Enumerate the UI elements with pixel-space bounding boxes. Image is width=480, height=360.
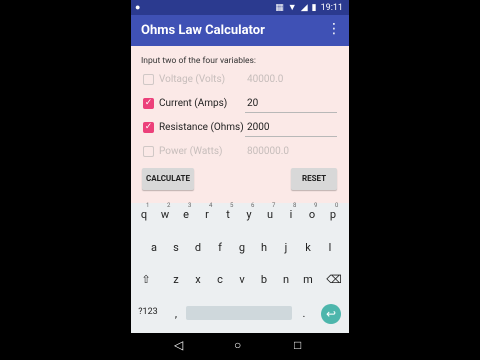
key-i[interactable]: i8	[281, 202, 301, 221]
key-w[interactable]: w2	[155, 202, 175, 221]
key-u[interactable]: u7	[260, 202, 280, 221]
voltage-label: Voltage (Volts)	[159, 74, 226, 85]
navigation-bar: ◁ ○ □	[131, 333, 349, 360]
instruction-text: Input two of the four variables:	[141, 56, 256, 66]
recents-icon[interactable]: □	[294, 338, 301, 352]
notification-icon: ●	[135, 3, 141, 13]
status-bar: ● ▦ ▼ ◢ ▮ 19:11	[131, 0, 349, 15]
key-j[interactable]: j	[276, 241, 296, 254]
key-period[interactable]: .	[294, 307, 314, 320]
row-voltage: Voltage (Volts) 40000.0	[141, 70, 341, 90]
power-checkbox[interactable]	[143, 146, 154, 157]
current-field[interactable]: 20	[247, 98, 258, 109]
key-comma[interactable]: ,	[166, 307, 186, 320]
current-checkbox[interactable]: ✓	[143, 98, 154, 109]
key-g[interactable]: g	[232, 241, 252, 254]
reset-button[interactable]: RESET	[291, 168, 337, 190]
power-label: Power (Watts)	[159, 146, 223, 157]
key-n[interactable]: n	[276, 273, 296, 286]
key-c[interactable]: c	[210, 273, 230, 286]
wifi-icon: ▼	[287, 3, 297, 13]
key-o[interactable]: o9	[302, 202, 322, 221]
key-k[interactable]: k	[298, 241, 318, 254]
voltage-field[interactable]: 40000.0	[247, 74, 283, 85]
key-d[interactable]: d	[188, 241, 208, 254]
battery-icon: ▮	[311, 2, 317, 13]
vibrate-icon: ▦	[275, 2, 284, 13]
status-time: 19:11	[320, 2, 343, 13]
resistance-field-underline	[245, 136, 337, 137]
current-label: Current (Amps)	[159, 98, 228, 109]
soft-keyboard: q1 w2 e3 r4 t5 y6 u7 i8 o9 p0 a s d f g …	[131, 202, 349, 333]
space-bar[interactable]	[186, 306, 292, 320]
resistance-field[interactable]: 2000	[247, 122, 269, 133]
key-r[interactable]: r4	[197, 202, 217, 221]
key-l[interactable]: l	[320, 241, 340, 254]
key-e[interactable]: e3	[176, 202, 196, 221]
key-p[interactable]: p0	[323, 202, 343, 221]
key-s[interactable]: s	[166, 241, 186, 254]
enter-icon[interactable]: ↩	[321, 304, 341, 324]
key-v[interactable]: v	[232, 273, 252, 286]
current-field-underline	[245, 112, 337, 113]
overflow-menu-icon[interactable]: ⋮	[327, 22, 341, 36]
key-x[interactable]: x	[188, 273, 208, 286]
calculator-form: Input two of the four variables: Voltage…	[131, 46, 349, 203]
symbols-key[interactable]: ?123	[134, 307, 162, 317]
key-z[interactable]: z	[166, 273, 186, 286]
key-b[interactable]: b	[254, 273, 274, 286]
row-current: ✓ Current (Amps) 20	[141, 94, 341, 114]
app-bar: Ohms Law Calculator ⋮	[131, 15, 349, 46]
back-icon[interactable]: ◁	[174, 338, 183, 352]
key-q[interactable]: q1	[134, 202, 154, 221]
power-field[interactable]: 800000.0	[247, 146, 289, 157]
key-f[interactable]: f	[210, 241, 230, 254]
row-resistance: ✓ Resistance (Ohms) 2000	[141, 118, 341, 138]
key-y[interactable]: y6	[239, 202, 259, 221]
calculate-button[interactable]: CALCULATE	[142, 168, 194, 190]
backspace-icon[interactable]: ⌫	[324, 273, 344, 286]
shift-icon[interactable]: ⇧	[136, 273, 156, 286]
voltage-checkbox[interactable]	[143, 74, 154, 85]
resistance-checkbox[interactable]: ✓	[143, 122, 154, 133]
key-h[interactable]: h	[254, 241, 274, 254]
home-icon[interactable]: ○	[234, 338, 241, 352]
key-m[interactable]: m	[298, 273, 318, 286]
key-a[interactable]: a	[144, 241, 164, 254]
resistance-label: Resistance (Ohms)	[159, 122, 244, 133]
key-t[interactable]: t5	[218, 202, 238, 221]
signal-icon: ◢	[300, 2, 308, 13]
row-power: Power (Watts) 800000.0	[141, 142, 341, 162]
phone-screen: ● ▦ ▼ ◢ ▮ 19:11 Ohms Law Calculator ⋮ In…	[131, 0, 349, 360]
app-title: Ohms Law Calculator	[141, 23, 265, 38]
